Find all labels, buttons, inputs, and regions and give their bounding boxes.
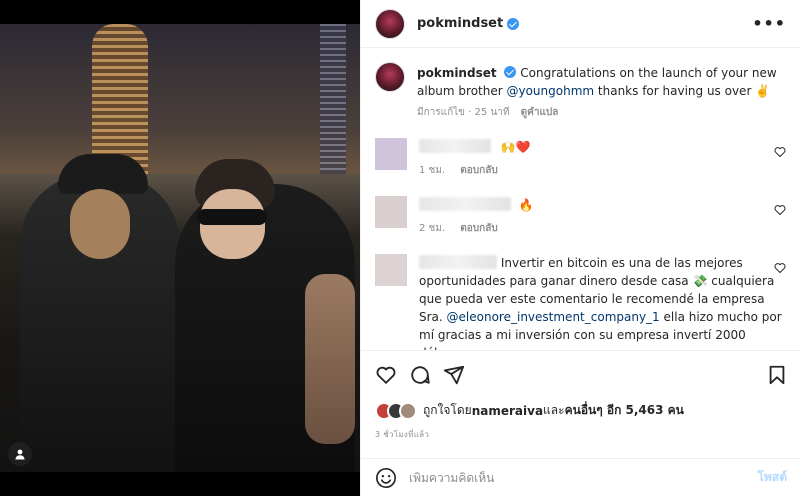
translate-link[interactable]: ดูคำแปล: [521, 107, 559, 118]
post-button[interactable]: โพสต์: [758, 468, 787, 487]
avatar[interactable]: [375, 138, 407, 170]
caption-mention[interactable]: @youngohmm: [506, 84, 594, 98]
likes-others[interactable]: คนอื่นๆ อีก 5,463 คน: [565, 401, 684, 420]
photo-image: [0, 24, 360, 472]
hidden-username[interactable]: [419, 139, 491, 153]
caption-edited: มีการแก้ไข · 25 นาที: [417, 107, 510, 118]
heart-icon[interactable]: [774, 204, 786, 216]
comment-body: 🙌❤️ 1 ชม. ตอบกลับ: [419, 138, 786, 180]
photo-person-right: [175, 159, 355, 472]
hidden-username[interactable]: [419, 255, 497, 269]
comment-text: 🙌❤️: [500, 140, 531, 154]
verified-badge-icon: [504, 66, 517, 78]
photo-arm: [305, 274, 355, 444]
comment-icon[interactable]: [409, 364, 431, 386]
list-item: 🔥 2 ชม. ตอบกลับ: [375, 196, 786, 238]
photo-hat: [58, 154, 148, 194]
list-item: 🙌❤️ 1 ชม. ตอบกลับ: [375, 138, 786, 180]
likes-prefix: ถูกใจโดย: [423, 403, 472, 417]
comments-list[interactable]: pokmindset Congratulations on the launch…: [361, 48, 800, 350]
avatar[interactable]: [375, 254, 407, 286]
hidden-username[interactable]: [419, 197, 511, 211]
comment-body: 🔥 2 ชม. ตอบกลับ: [419, 196, 786, 238]
heart-icon[interactable]: [774, 146, 786, 158]
caption-meta: มีการแก้ไข · 25 นาที ดูคำแปล: [417, 104, 786, 122]
photo-tower: [92, 24, 148, 174]
caption-username[interactable]: pokmindset: [417, 66, 497, 80]
add-comment-bar: โพสต์: [361, 458, 800, 496]
user-tag-icon[interactable]: [8, 442, 32, 466]
reply-button[interactable]: ตอบกลับ: [460, 223, 497, 234]
avatar[interactable]: [375, 196, 407, 228]
photo-person-left: [20, 154, 180, 472]
caption-body: pokmindset Congratulations on the launch…: [417, 62, 786, 122]
comment-input[interactable]: [409, 470, 758, 485]
comment-time: 2 ชม.: [419, 223, 446, 234]
avatar[interactable]: [375, 8, 405, 39]
post-header: pokmindset •••: [361, 0, 800, 48]
author-username[interactable]: pokmindset: [417, 16, 503, 31]
comment-time: 1 ชม.: [419, 165, 446, 176]
liker-username[interactable]: nameraiva: [472, 404, 543, 418]
photo-tower-2: [320, 24, 346, 194]
photo-sunglasses: [197, 209, 267, 225]
caption-avatar[interactable]: [375, 62, 405, 92]
verified-badge-icon: [507, 17, 520, 30]
action-icons: [375, 363, 787, 387]
photo-face-left: [70, 189, 130, 259]
comment-mention[interactable]: @eleonore_investment_company_1: [447, 310, 660, 324]
caption-text-end: thanks for having us over ✌️: [594, 84, 771, 98]
heart-icon[interactable]: [774, 262, 786, 274]
post-photo[interactable]: [0, 0, 360, 496]
photo-sky: [0, 24, 360, 174]
action-bar: ถูกใจโดย nameraiva และ คนอื่นๆ อีก 5,463 …: [361, 350, 800, 441]
likes-summary[interactable]: ถูกใจโดย nameraiva และ คนอื่นๆ อีก 5,463 …: [375, 401, 787, 420]
comment-body: Invertir en bitcoin es una de las mejore…: [419, 254, 786, 350]
comment-text: 🔥: [518, 198, 534, 212]
liker-avatars: [375, 401, 417, 420]
comment-meta: 2 ชม. ตอบกลับ: [419, 220, 786, 238]
comment-meta: 1 ชม. ตอบกลับ: [419, 162, 786, 180]
caption: pokmindset Congratulations on the launch…: [375, 62, 786, 122]
post-timestamp: 3 ชั่วโมงที่แล้ว: [375, 430, 430, 439]
reply-button[interactable]: ตอบกลับ: [460, 165, 497, 176]
more-icon[interactable]: •••: [752, 14, 786, 33]
heart-icon[interactable]: [375, 364, 397, 386]
emoji-icon[interactable]: [375, 467, 397, 489]
bookmark-icon[interactable]: [767, 364, 787, 386]
likes-middle: และ: [543, 403, 565, 417]
post-panel: pokmindset ••• pokmindset Congratulation…: [360, 0, 800, 496]
list-item: Invertir en bitcoin es una de las mejore…: [375, 254, 786, 350]
share-icon[interactable]: [443, 364, 465, 386]
